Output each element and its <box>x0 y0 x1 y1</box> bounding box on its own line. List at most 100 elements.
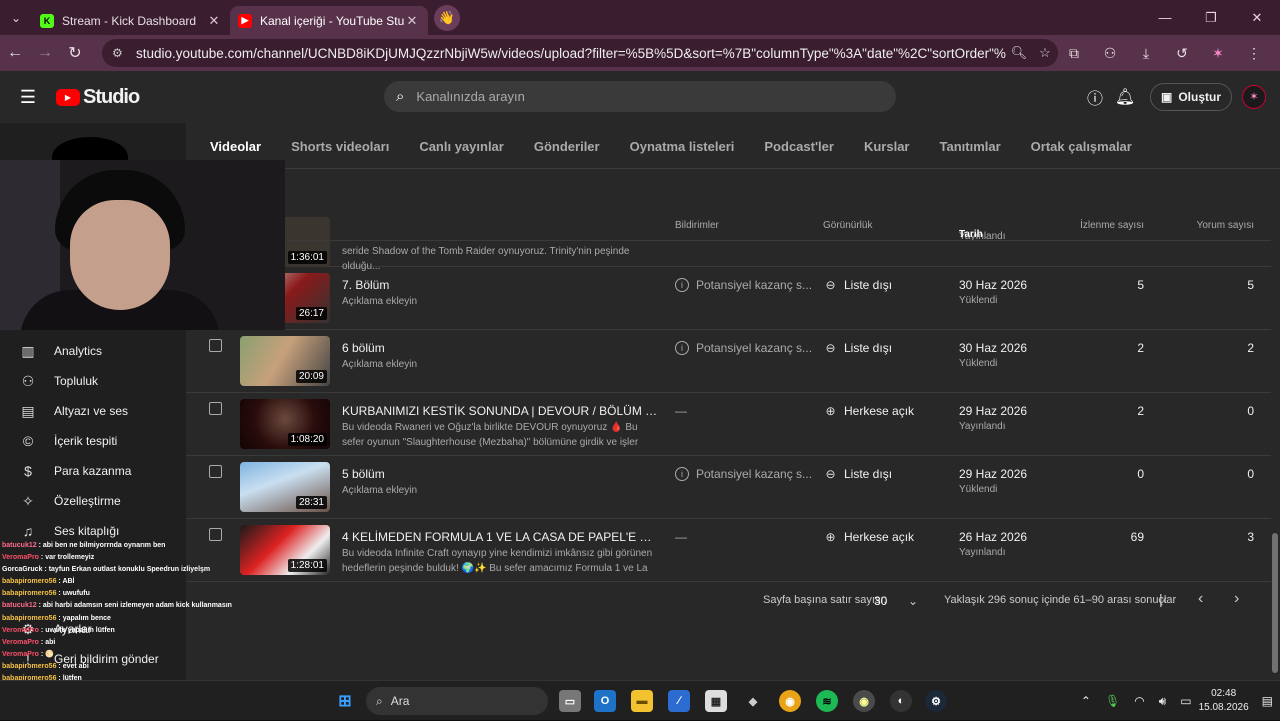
tab-posts[interactable]: Gönderiler <box>534 139 600 154</box>
restriction-cell[interactable]: i Potansiyel kazanç s... <box>675 341 812 355</box>
col-visibility[interactable]: Görünürlük <box>823 220 872 231</box>
video-title[interactable]: KURBANIMIZI KESTİK SONUNDA | DEVOUR / BÖ… <box>342 404 658 418</box>
sidebar-item-community[interactable]: ⚇ Topluluk <box>18 371 98 391</box>
account-avatar[interactable]: ✶ <box>1242 84 1266 109</box>
video-title[interactable]: 6 bölüm <box>342 341 385 355</box>
visibility-cell[interactable]: ⊖ Liste dışı <box>823 467 892 481</box>
spotify-icon[interactable]: ≋ <box>816 690 838 712</box>
visibility-cell[interactable]: ⊖ Liste dışı <box>823 341 892 355</box>
maximize-icon[interactable]: ❐ <box>1188 0 1234 35</box>
first-page-icon[interactable]: |‹ <box>1159 591 1167 607</box>
history-icon[interactable]: ↺ <box>1164 45 1200 62</box>
reload-icon[interactable]: ↻ <box>60 43 90 63</box>
row-checkbox[interactable] <box>209 465 222 478</box>
restriction-cell[interactable]: i Potansiyel kazanç s... <box>675 467 812 481</box>
forward-icon[interactable]: → <box>30 44 60 62</box>
microphone-icon[interactable]: 🎙︎ <box>1105 694 1120 708</box>
file-explorer-icon[interactable]: ▬ <box>631 690 653 712</box>
extensions-icon[interactable]: ⧉ <box>1056 45 1092 62</box>
table-row[interactable]: 20:09 6 bölüm Açıklama ekleyin i Potansiy… <box>186 330 1271 393</box>
sidebar-item-subtitles[interactable]: ▤ Altyazı ve ses <box>18 401 128 421</box>
table-row[interactable]: 1:08:20 KURBANIMIZI KESTİK SONUNDA | DEV… <box>186 393 1271 456</box>
bookmark-star-icon[interactable]: ☆ <box>1032 45 1058 61</box>
code-editor-icon[interactable]: ∕ <box>668 690 690 712</box>
notifications-bell-icon[interactable]: 🔔︎ <box>1110 87 1140 107</box>
outlook-icon[interactable]: O <box>594 690 616 712</box>
tab-live[interactable]: Canlı yayınlar <box>419 139 504 154</box>
zoom-icon[interactable]: 🔍︎ <box>1006 45 1032 61</box>
browser-menu-icon[interactable]: ⋮ <box>1236 45 1272 62</box>
browser-tab-kick[interactable]: K Stream - Kick Dashboard ✕ <box>32 6 230 35</box>
wifi-icon[interactable]: ◠ <box>1134 694 1144 708</box>
close-tab-icon[interactable]: ✕ <box>206 13 222 29</box>
browser-tab-youtube-studio[interactable]: ▶ Kanal içeriği - YouTube Studio ✕ <box>230 6 428 35</box>
profile-avatar-icon[interactable]: ✶ <box>1200 45 1236 62</box>
profile-tab-icon[interactable]: 👋 <box>434 4 460 31</box>
chrome-profile-icon[interactable]: ◉ <box>853 690 875 712</box>
chrome-icon[interactable]: ◉ <box>779 690 801 712</box>
sidebar-item-earn[interactable]: $ Para kazanma <box>18 461 131 481</box>
scrollbar[interactable] <box>1272 533 1278 673</box>
col-views[interactable]: İzlenme sayısı <box>1066 220 1144 231</box>
obs-icon[interactable]: ◐ <box>890 690 912 712</box>
visibility-cell[interactable]: ⊕ Herkese açık <box>823 530 914 544</box>
minimize-icon[interactable]: — <box>1142 0 1188 35</box>
restriction-cell[interactable]: i Potansiyel kazanç s... <box>675 278 812 292</box>
create-button[interactable]: ▣ Oluştur <box>1149 82 1232 111</box>
sidebar-item-customization[interactable]: ✧ Özelleştirme <box>18 491 121 511</box>
rows-per-page-select[interactable]: 30 <box>874 594 887 608</box>
sidebar-item-copyright[interactable]: © İçerik tespiti <box>18 431 118 451</box>
chevron-down-icon[interactable]: ⌄ <box>908 594 918 608</box>
studio-logo[interactable]: ▶ Studio <box>56 86 140 109</box>
download-icon[interactable]: ⤓ <box>1128 45 1164 62</box>
notification-icon[interactable]: ▤ <box>1262 694 1273 708</box>
video-thumbnail[interactable]: 28:31 <box>240 462 330 512</box>
clock[interactable]: 02:48 15.08.2026 <box>1199 687 1249 715</box>
site-info-icon[interactable]: ⚙ <box>112 46 128 60</box>
col-restrictions[interactable]: Bildirimler <box>675 220 719 231</box>
row-checkbox[interactable] <box>209 339 222 352</box>
table-row[interactable]: 26:17 7. Bölüm Açıklama ekleyin i Potansi… <box>186 267 1271 330</box>
incognito-icon[interactable]: ⚇ <box>1092 45 1128 62</box>
tab-collaborations[interactable]: Ortak çalışmalar <box>1031 139 1132 154</box>
task-view-icon[interactable]: ▭ <box>559 690 581 712</box>
video-title[interactable]: 7. Bölüm <box>342 278 389 292</box>
channel-search-input[interactable]: ⌕ Kanalınızda arayın <box>384 81 896 112</box>
taskbar-search[interactable]: ⌕ Ara <box>366 687 548 715</box>
store-icon[interactable]: ▦ <box>705 690 727 712</box>
tray-chevron-up-icon[interactable]: ⌃ <box>1081 694 1091 708</box>
tab-search-icon[interactable]: ⌄ <box>0 0 32 35</box>
hamburger-menu-icon[interactable]: ☰ <box>0 87 56 108</box>
help-icon[interactable]: ⓘ <box>1080 85 1110 109</box>
battery-icon[interactable]: ▭ <box>1180 694 1191 708</box>
next-page-icon[interactable]: › <box>1234 590 1239 608</box>
url-bar[interactable]: ⚙ studio.youtube.com/channel/UCNBD8iKDjU… <box>102 39 1058 67</box>
close-tab-icon[interactable]: ✕ <box>404 13 420 29</box>
video-title[interactable]: 4 KELİMEDEN FORMULA 1 VE LA CASA DE PAPE… <box>342 530 658 544</box>
video-thumbnail[interactable]: 1:28:01 <box>240 525 330 575</box>
tab-playlists[interactable]: Oynatma listeleri <box>630 139 735 154</box>
app-icon[interactable]: ◆ <box>742 690 764 712</box>
visibility-cell[interactable]: ⊖ Liste dışı <box>823 278 892 292</box>
row-checkbox[interactable] <box>209 402 222 415</box>
video-title[interactable]: 5 bölüm <box>342 467 385 481</box>
sidebar-item-audio-library[interactable]: ♫ Ses kitaplığı <box>18 521 120 541</box>
back-icon[interactable]: ← <box>0 44 30 62</box>
table-row[interactable]: 1:28:01 4 KELİMEDEN FORMULA 1 VE LA CASA… <box>186 519 1271 582</box>
tab-videos[interactable]: Videolar <box>210 139 261 154</box>
table-row[interactable]: 28:31 5 bölüm Açıklama ekleyin i Potansiy… <box>186 456 1271 519</box>
tab-promotions[interactable]: Tanıtımlar <box>940 139 1001 154</box>
sidebar-item-analytics[interactable]: ▥ Analytics <box>18 341 102 361</box>
tab-podcasts[interactable]: Podcast'ler <box>764 139 834 154</box>
steam-icon[interactable]: ⚙ <box>925 690 947 712</box>
prev-page-icon[interactable]: ‹ <box>1198 590 1203 608</box>
visibility-cell[interactable]: ⊕ Herkese açık <box>823 404 914 418</box>
volume-icon[interactable]: 🔊︎ <box>1159 694 1167 709</box>
video-thumbnail[interactable]: 1:08:20 <box>240 399 330 449</box>
tab-shorts[interactable]: Shorts videoları <box>291 139 389 154</box>
windows-start-icon[interactable]: ⊞ <box>334 690 356 712</box>
col-comments[interactable]: Yorum sayısı <box>1176 220 1254 231</box>
close-window-icon[interactable]: ✕ <box>1234 0 1280 35</box>
video-thumbnail[interactable]: 20:09 <box>240 336 330 386</box>
tab-courses[interactable]: Kurslar <box>864 139 910 154</box>
